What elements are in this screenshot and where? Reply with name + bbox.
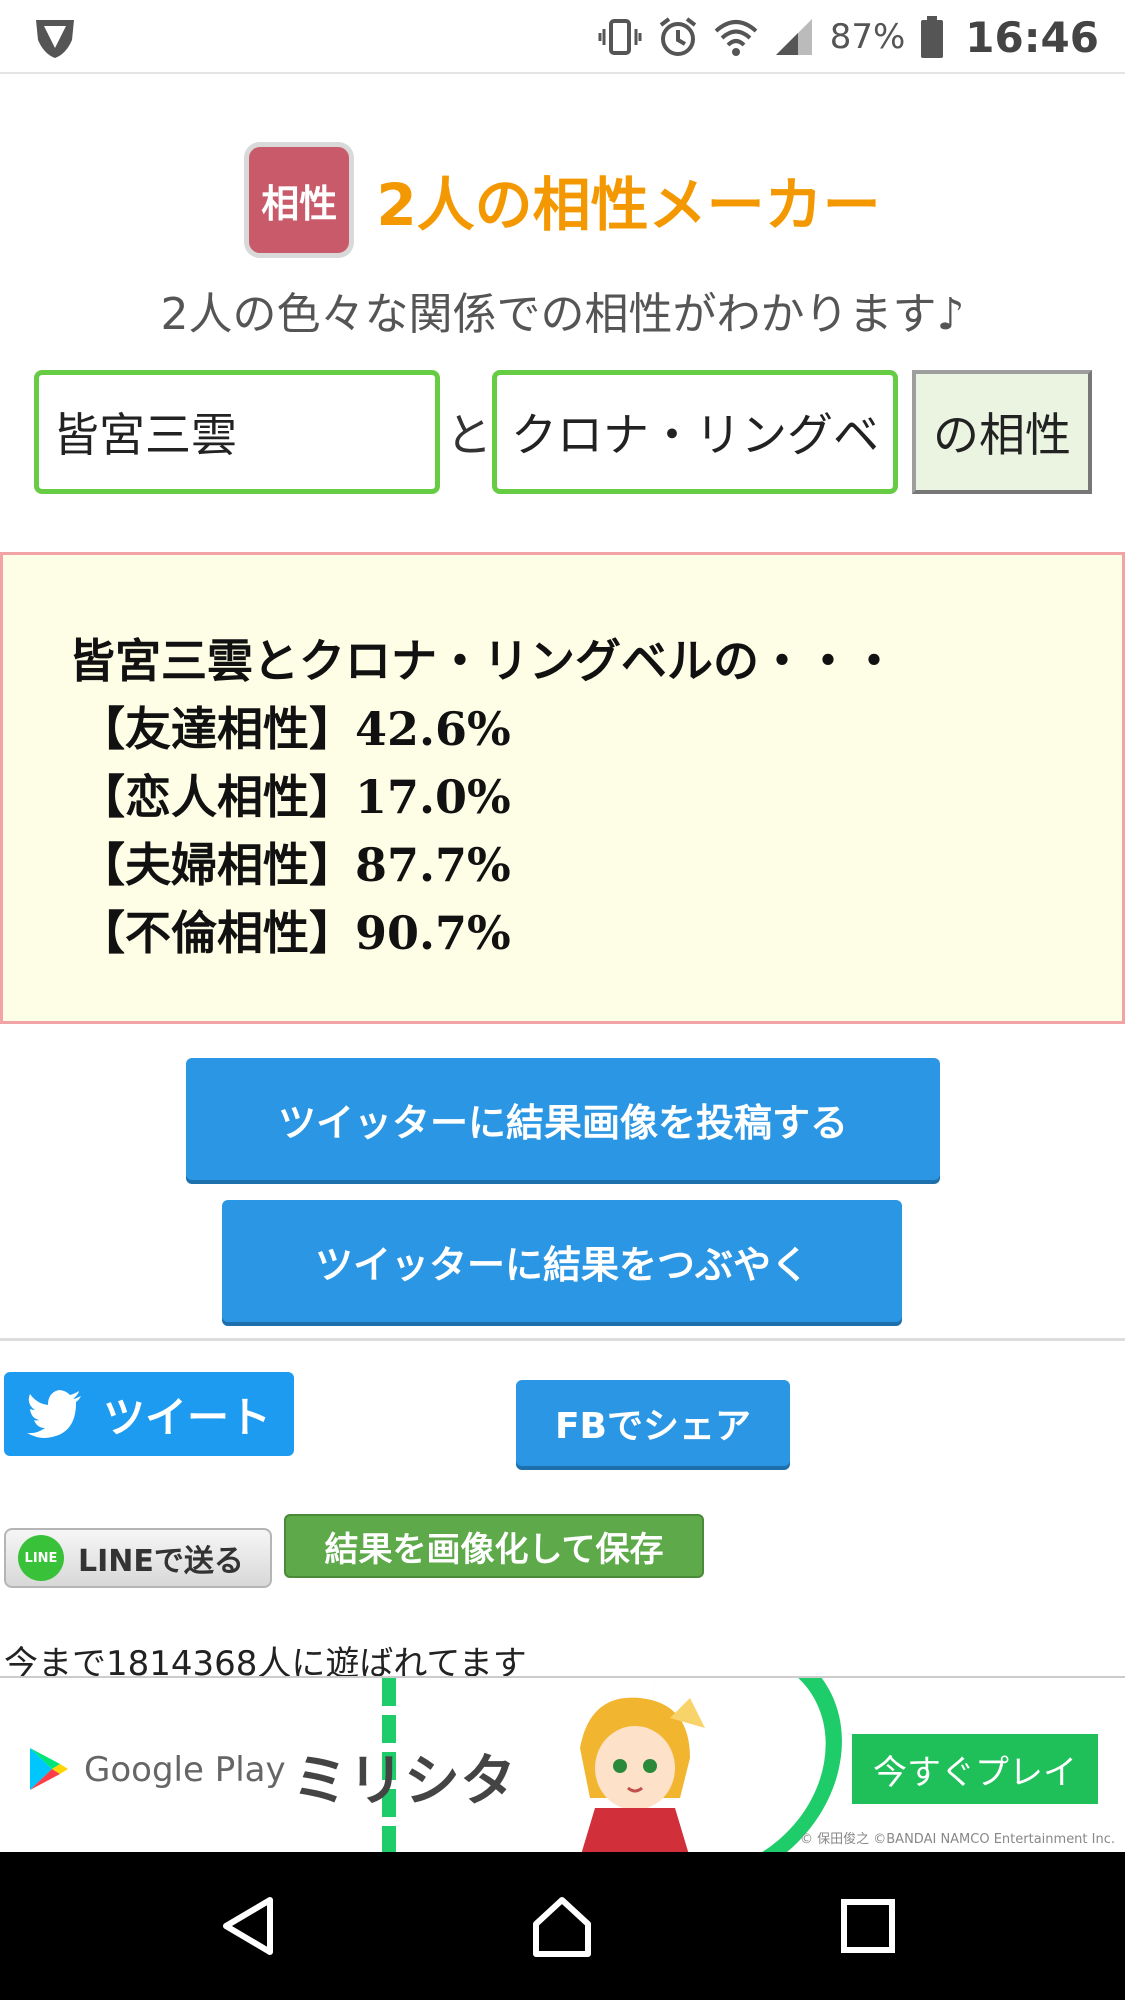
result-value: 42.6%: [355, 702, 511, 756]
character-image-icon: [580, 1697, 705, 1852]
tweet-image-button[interactable]: ツイッターに結果画像を投稿する: [186, 1058, 940, 1180]
site-logo[interactable]: 相性: [244, 142, 355, 258]
shield-icon: [36, 20, 74, 58]
result-item-couple: 【夫婦相性】87.7%: [79, 829, 511, 895]
check-compatibility-button[interactable]: の相性: [912, 370, 1092, 494]
ad-copyright: © 保田俊之 ©BANDAI NAMCO Entertainment Inc.: [800, 1832, 1116, 1847]
result-panel: 皆宮三雲とクロナ・リングベルの・・・ 【友達相性】42.6% 【恋人相性】17.…: [0, 552, 1125, 1024]
result-label: 【恋人相性】: [79, 770, 355, 824]
tweet-button[interactable]: ツイート: [4, 1372, 294, 1456]
home-icon[interactable]: [530, 1894, 594, 1958]
name-form: と の相性: [34, 370, 1092, 494]
wifi-icon: [714, 20, 758, 56]
signal-icon: [775, 19, 812, 55]
tweet-result-button[interactable]: ツイッターに結果をつぶやく: [222, 1200, 902, 1322]
result-value: 90.7%: [355, 906, 511, 960]
google-play-icon: [30, 1748, 68, 1790]
line-logo-icon: LINE: [18, 1535, 64, 1581]
result-value: 17.0%: [355, 770, 511, 824]
result-value: 87.7%: [355, 838, 511, 892]
battery-percent: 87%: [829, 17, 906, 57]
page-subtitle: 2人の色々な関係での相性がわかります♪: [160, 289, 965, 340]
result-heading: 皆宮三雲とクロナ・リングベルの・・・: [69, 634, 897, 688]
result-label: 【友達相性】: [79, 702, 355, 756]
connector-label: と: [446, 408, 492, 462]
name2-input[interactable]: [492, 370, 898, 494]
save-image-button[interactable]: 結果を画像化して保存: [284, 1514, 704, 1578]
alarm-icon: [659, 17, 696, 56]
line-share-button[interactable]: LINE LINEで送る: [4, 1528, 272, 1588]
result-item-lover: 【恋人相性】17.0%: [79, 761, 511, 827]
ad-banner[interactable]: Google Play ミリシタ 今すぐプレイ © 保田俊之 ©BANDAI N…: [0, 1676, 1125, 1852]
ad-game-title: ミリシタ: [292, 1749, 516, 1814]
battery-icon: [921, 16, 944, 58]
divider: [0, 1338, 1125, 1341]
recent-apps-icon[interactable]: [836, 1894, 900, 1958]
twitter-bird-icon: [26, 1390, 81, 1438]
page-title[interactable]: 2人の相性メーカー: [376, 158, 880, 242]
status-bar: 87% 16:46: [0, 0, 1125, 74]
vibrate-icon: [598, 19, 642, 55]
store-text: Google Play: [84, 1750, 286, 1790]
android-nav-bar: [0, 1852, 1125, 2000]
line-label: LINEで送る: [78, 1544, 244, 1579]
facebook-share-button[interactable]: FBでシェア: [516, 1380, 790, 1466]
name1-input[interactable]: [34, 370, 440, 494]
play-count-text: 今まで1814368人に遊ばれてます: [4, 1644, 527, 1676]
result-label: 【不倫相性】: [79, 906, 355, 960]
result-label: 【夫婦相性】: [79, 838, 355, 892]
tweet-label: ツイート: [102, 1392, 271, 1442]
result-item-friend: 【友達相性】42.6%: [79, 693, 511, 759]
status-icons: 87% 16:46: [598, 8, 1099, 66]
clock: 16:46: [965, 12, 1099, 62]
result-item-affair: 【不倫相性】90.7%: [79, 897, 511, 963]
back-icon[interactable]: [218, 1894, 282, 1958]
site-header: 相性 2人の相性メーカー: [0, 140, 1125, 260]
ad-play-now-button[interactable]: 今すぐプレイ: [852, 1734, 1098, 1804]
